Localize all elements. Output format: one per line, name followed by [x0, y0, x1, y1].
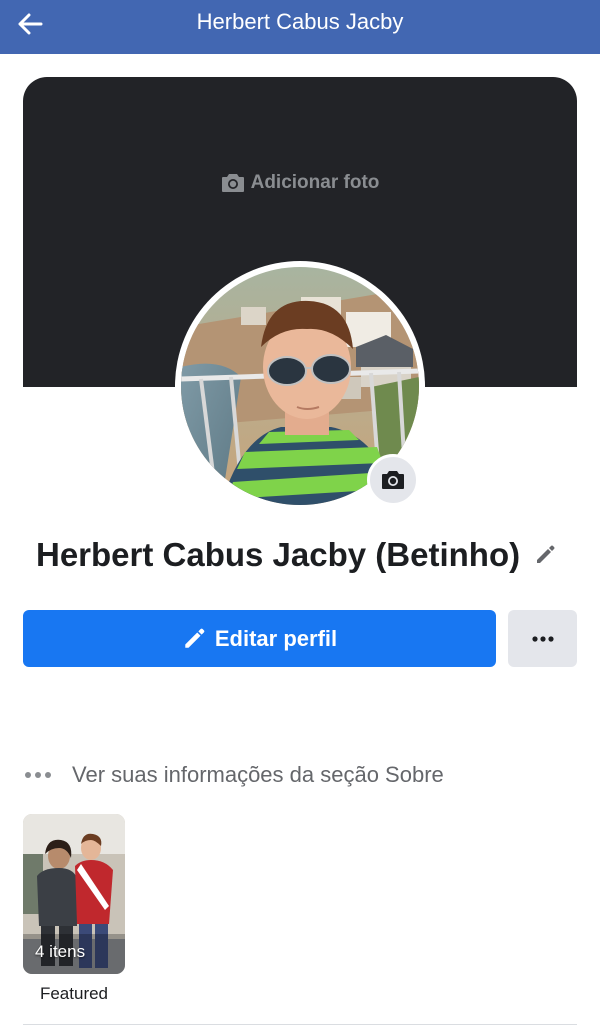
profile-name: Herbert Cabus Jacby (Betinho) — [36, 536, 521, 573]
page-title: Herbert Cabus Jacby — [196, 9, 404, 34]
edit-profile-label: Editar perfil — [214, 625, 338, 651]
edit-name-button[interactable] — [534, 544, 556, 566]
edit-profile-button[interactable]: Editar perfil — [23, 610, 496, 667]
featured-collection-card[interactable]: 4 itens — [23, 814, 125, 974]
pencil-icon — [185, 628, 205, 648]
camera-icon — [221, 174, 244, 192]
camera-icon — [382, 471, 404, 489]
add-cover-photo-label: Adicionar foto — [250, 172, 380, 193]
pencil-icon — [537, 545, 555, 563]
featured-item-count: 4 itens — [35, 942, 86, 961]
change-profile-picture-button[interactable] — [367, 454, 419, 506]
more-options-button[interactable] — [508, 610, 577, 667]
ellipsis-icon — [531, 635, 554, 642]
featured-label: Featured — [39, 984, 109, 1003]
see-about-info-link[interactable]: Ver suas informações da seção Sobre — [24, 757, 444, 793]
see-about-info-label: Ver suas informações da seção Sobre — [72, 762, 444, 787]
add-cover-photo-button[interactable]: Adicionar foto — [23, 170, 577, 196]
top-bar: Herbert Cabus Jacby — [0, 0, 600, 54]
section-divider — [23, 1024, 577, 1025]
ellipsis-icon — [25, 772, 51, 778]
profile-name-row: Herbert Cabus Jacby (Betinho) — [36, 530, 556, 580]
